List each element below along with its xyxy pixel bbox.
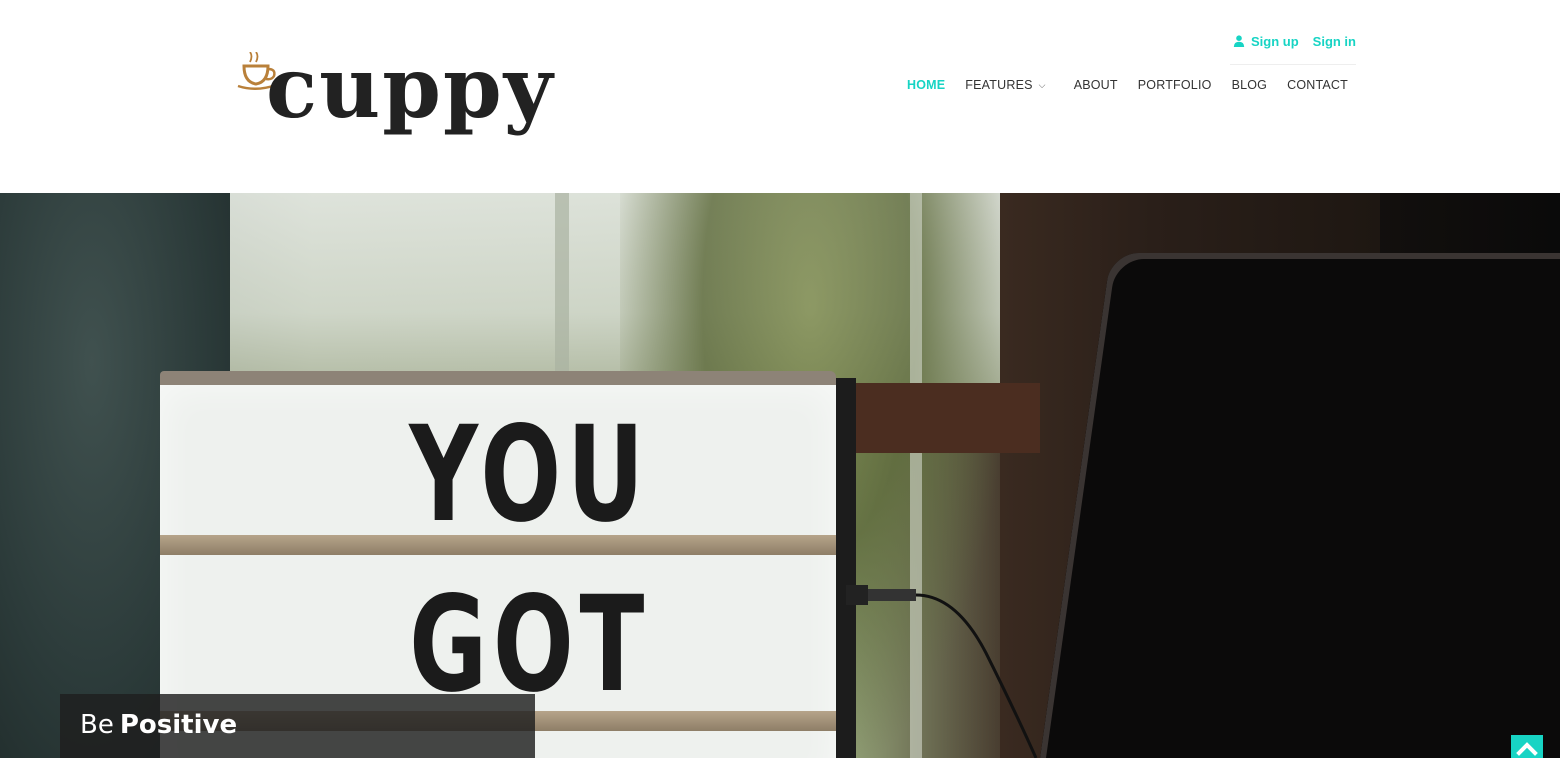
hero-caption-bold: Positive [119, 710, 238, 740]
hero-slider: YOU GOT [0, 193, 1560, 758]
signin-link[interactable]: Sign in [1313, 34, 1356, 49]
hero-laptop [1040, 253, 1560, 758]
auth-links: Sign up Sign in [1233, 34, 1356, 49]
hero-caption: Be Positive [60, 694, 535, 758]
hero-wood-bar [840, 383, 1040, 453]
site-logo[interactable]: cuppy [234, 46, 553, 150]
nav-item-features[interactable]: FEATURES ⌵ [965, 78, 1045, 92]
nav-item-home[interactable]: HOME [907, 78, 945, 92]
nav-item-portfolio[interactable]: PORTFOLIO [1138, 78, 1212, 92]
chevron-down-icon: ⌵ [1038, 80, 1046, 90]
signup-label: Sign up [1250, 34, 1299, 49]
hero-cable [846, 585, 1038, 758]
hero-window-mullion [555, 193, 569, 393]
main-nav: HOME FEATURES ⌵ ABOUT PORTFOLIO BLOG CONT… [907, 78, 1348, 92]
site-header: cuppy Sign up Sign in HOME FEATURES ⌵ ABO… [0, 0, 1560, 193]
lightbox-word: GOT [409, 568, 651, 722]
nav-item-about[interactable]: ABOUT [1074, 78, 1118, 92]
scroll-to-top-button[interactable] [1511, 735, 1543, 758]
chevron-up-icon [1516, 742, 1538, 756]
logo-wordmark: cuppy [266, 38, 555, 137]
hero-caption-light: Be [80, 710, 114, 740]
nav-item-features-label: FEATURES [965, 78, 1033, 92]
lightbox-word: YOU [409, 398, 650, 552]
signup-link[interactable]: Sign up [1233, 34, 1299, 49]
nav-item-contact[interactable]: CONTACT [1287, 78, 1348, 92]
user-icon [1233, 35, 1245, 47]
auth-divider [1230, 64, 1356, 65]
nav-item-blog[interactable]: BLOG [1232, 78, 1268, 92]
lightbox-strip [160, 535, 836, 555]
